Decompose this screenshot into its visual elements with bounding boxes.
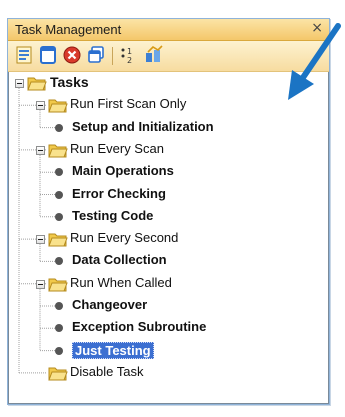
pointer-arrow <box>288 23 341 100</box>
properties-icon[interactable] <box>14 45 34 65</box>
task-folder-icon <box>48 233 68 247</box>
program-3-2[interactable]: Just Testing <box>72 341 154 359</box>
program-3-1[interactable]: Exception Subroutine <box>72 319 206 334</box>
program-1-2[interactable]: Testing Code <box>72 208 153 223</box>
copy-icon[interactable] <box>86 45 106 65</box>
program-bullet-icon <box>55 346 63 355</box>
task-folder-icon <box>48 99 68 113</box>
compile-icon[interactable] <box>144 45 164 65</box>
delete-icon[interactable] <box>62 45 82 65</box>
program-bullet-icon <box>55 123 63 132</box>
program-bullet-icon <box>55 190 63 199</box>
program-bullet-icon <box>55 302 63 310</box>
task-folder-icon <box>48 144 68 158</box>
new-task-icon[interactable] <box>38 45 58 65</box>
sort-icon[interactable]: 1 2 <box>119 45 139 65</box>
collapse-toggle[interactable] <box>36 101 45 111</box>
task-group-3[interactable]: Run When Called <box>70 275 172 290</box>
collapse-toggle[interactable] <box>36 145 45 155</box>
program-0-0[interactable]: Setup and Initialization <box>72 119 214 134</box>
tree-root-tasks[interactable]: Tasks <box>50 74 89 90</box>
program-1-1[interactable]: Error Checking <box>72 186 166 201</box>
task-group-0[interactable]: Run First Scan Only <box>70 96 186 111</box>
task-tree: Tasks Run First Scan Only Setup and Initia… <box>8 72 329 404</box>
collapse-toggle[interactable] <box>36 279 45 289</box>
program-2-0[interactable]: Data Collection <box>72 252 167 267</box>
svg-text:1: 1 <box>127 47 132 56</box>
panel-title: Task Management <box>15 22 122 37</box>
root-folder-icon <box>27 77 47 91</box>
program-3-0[interactable]: Changeover <box>72 297 147 312</box>
task-group-4[interactable]: Disable Task <box>70 364 143 379</box>
collapse-toggle[interactable] <box>15 79 24 88</box>
task-folder-icon <box>48 278 68 292</box>
program-bullet-icon <box>55 212 63 221</box>
program-1-0[interactable]: Main Operations <box>72 163 174 178</box>
task-group-1[interactable]: Run Every Scan <box>70 141 164 156</box>
collapse-toggle[interactable] <box>36 235 45 245</box>
svg-text:2: 2 <box>127 56 132 65</box>
task-folder-icon <box>48 367 68 381</box>
task-group-2[interactable]: Run Every Second <box>70 230 178 245</box>
toolbar-separator <box>112 47 113 65</box>
